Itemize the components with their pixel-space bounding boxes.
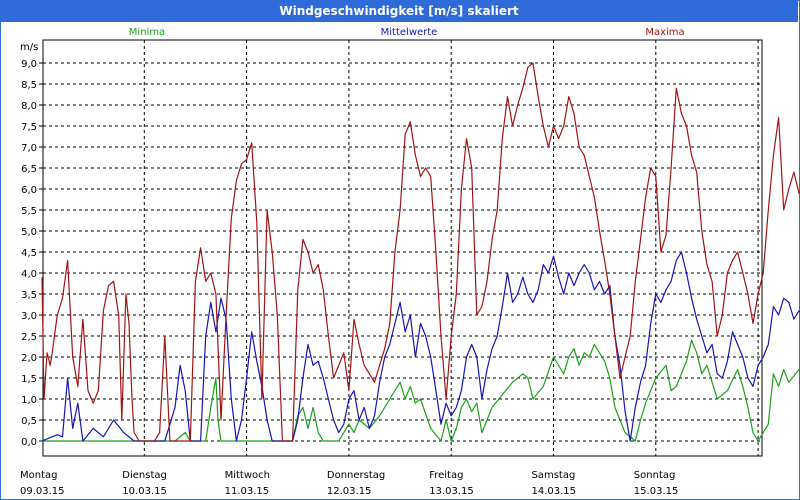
y-tick-label: 3,0 bbox=[21, 311, 37, 322]
x-tick-date-label: 11.03.15 bbox=[225, 486, 270, 497]
y-tick-label: 0,0 bbox=[21, 437, 37, 448]
y-tick-label: 5,0 bbox=[21, 227, 37, 238]
y-tick-label: 3,5 bbox=[21, 290, 37, 301]
y-tick-label: 4,5 bbox=[21, 248, 37, 259]
plot-area bbox=[42, 39, 763, 457]
y-tick-label: 9,0 bbox=[21, 59, 37, 70]
x-tick-date-label: 15.03.15 bbox=[634, 486, 679, 497]
x-tick-day-label: Donnerstag bbox=[327, 470, 385, 481]
y-tick-label: 7,5 bbox=[21, 122, 37, 133]
x-tick-day-label: Dienstag bbox=[122, 470, 167, 481]
y-tick-label: 1,0 bbox=[21, 395, 37, 406]
y-tick-label: 1,5 bbox=[21, 374, 37, 385]
x-tick-day-label: Samstag bbox=[532, 470, 576, 481]
legend-entry: Maxima bbox=[645, 27, 684, 38]
y-tick-label: 2,0 bbox=[21, 353, 37, 364]
x-tick-date-label: 13.03.15 bbox=[429, 486, 474, 497]
x-tick-day-label: Freitag bbox=[429, 470, 463, 481]
legend-entry: Mittelwerte bbox=[381, 27, 438, 38]
series-line-minima bbox=[42, 339, 800, 442]
y-tick-label: 5,5 bbox=[21, 206, 37, 217]
y-tick-label: 4,0 bbox=[21, 269, 37, 280]
y-tick-label: 8,5 bbox=[21, 80, 37, 91]
y-unit-label: m/s bbox=[20, 42, 38, 53]
wind-speed-chart: 0,0 0,5 1,0 1,5 2,0 2,5 3,0 3,5 4,0 4,5 5,0 5,5 6,0 6… bbox=[20, 27, 800, 497]
y-tick-label: 6,5 bbox=[21, 164, 37, 175]
y-tick-label: 8,0 bbox=[21, 101, 37, 112]
x-tick-date-label: 12.03.15 bbox=[327, 486, 372, 497]
y-tick-label: 2,5 bbox=[21, 332, 37, 343]
x-tick-day-label: Sonntag bbox=[634, 470, 676, 481]
x-tick-date-label: 09.03.15 bbox=[20, 486, 65, 497]
series-line-mittelwerte bbox=[41, 251, 800, 442]
legend-entry: Minima bbox=[129, 27, 165, 38]
y-tick-label: 0,5 bbox=[21, 416, 37, 427]
x-tick-day-label: Mittwoch bbox=[225, 470, 270, 481]
x-tick-day-label: Montag bbox=[20, 470, 57, 481]
y-tick-label: 6,0 bbox=[21, 185, 37, 196]
y-tick-label: 7,0 bbox=[21, 143, 37, 154]
x-tick-date-label: 14.03.15 bbox=[532, 486, 577, 497]
x-tick-date-label: 10.03.15 bbox=[122, 486, 167, 497]
